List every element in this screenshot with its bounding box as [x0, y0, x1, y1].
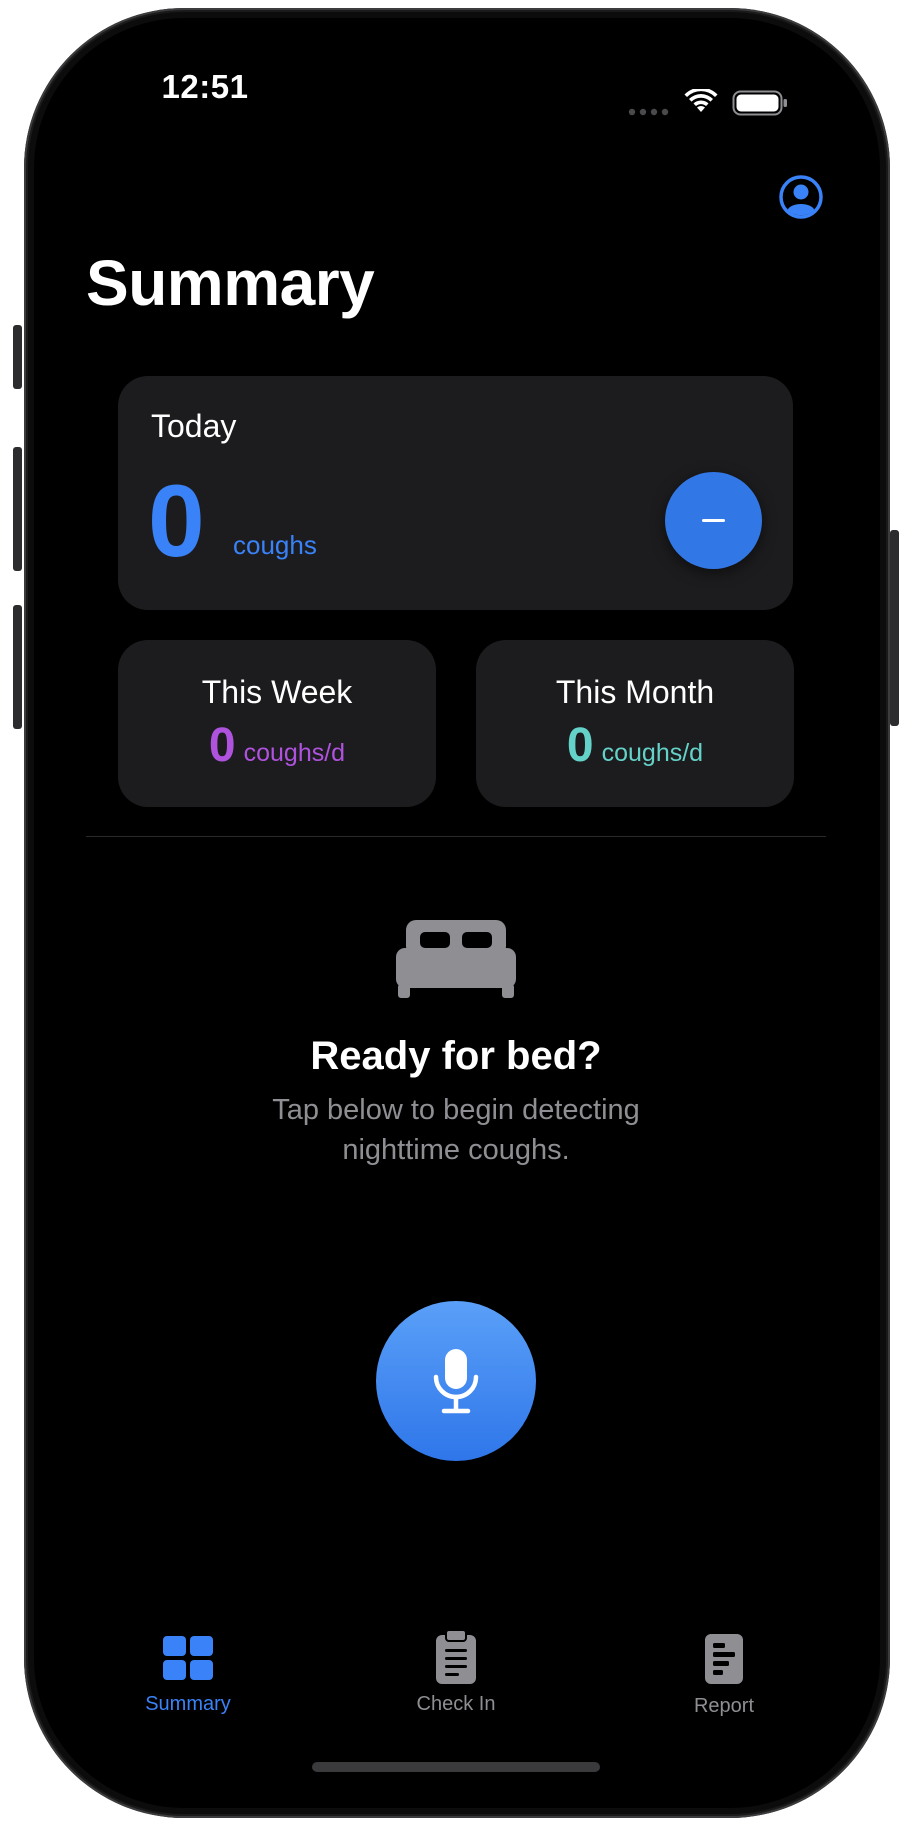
- week-unit: coughs/d: [243, 739, 346, 767]
- today-unit: coughs: [233, 530, 317, 560]
- wifi-icon: [684, 89, 718, 112]
- record-button[interactable]: [376, 1301, 536, 1461]
- status-time: 12:51: [161, 68, 249, 105]
- week-value-row: 0 coughs/d: [118, 718, 436, 773]
- minus-icon: [702, 519, 725, 522]
- month-title: This Month: [555, 674, 715, 710]
- ready-subtitle: Tap below to begin detecting nighttime c…: [206, 1090, 706, 1170]
- volume-down-button: [13, 605, 22, 729]
- decrement-button[interactable]: [665, 472, 762, 569]
- month-count: 0: [566, 719, 594, 772]
- page-title: Summary: [86, 247, 375, 319]
- tab-summary-label: Summary: [145, 1693, 231, 1715]
- device-frame: 12:51 Summary Today 0 coughs This Week 0…: [0, 0, 912, 1823]
- tab-check-in-label: Check In: [416, 1693, 496, 1715]
- microphone-icon: [433, 1349, 479, 1414]
- home-indicator: [312, 1762, 600, 1772]
- today-count: 0: [148, 464, 205, 578]
- ready-subtitle-line1: Tap below to begin detecting: [272, 1094, 640, 1126]
- volume-up-button: [13, 447, 22, 571]
- tab-check-in[interactable]: Check In: [356, 1629, 556, 1716]
- month-unit: coughs/d: [601, 739, 704, 767]
- bed-icon: [396, 920, 516, 998]
- week-title: This Week: [201, 674, 353, 710]
- tab-report[interactable]: Report: [624, 1633, 824, 1718]
- clipboard-icon: [436, 1629, 476, 1684]
- tab-summary[interactable]: Summary: [88, 1635, 288, 1716]
- today-label: Today: [151, 408, 237, 444]
- tab-report-label: Report: [693, 1695, 755, 1717]
- cellular-dots-icon: [628, 108, 669, 116]
- divider: [86, 836, 826, 837]
- battery-icon: [732, 90, 787, 116]
- month-value-row: 0 coughs/d: [476, 718, 794, 773]
- report-icon: [705, 1634, 743, 1684]
- mute-switch: [13, 325, 22, 389]
- ready-title: Ready for bed?: [310, 1034, 602, 1078]
- power-button: [890, 530, 899, 726]
- profile-button[interactable]: [778, 174, 824, 220]
- grid-icon: [163, 1636, 213, 1680]
- week-count: 0: [208, 719, 236, 772]
- ready-subtitle-line2: nighttime coughs.: [342, 1134, 570, 1166]
